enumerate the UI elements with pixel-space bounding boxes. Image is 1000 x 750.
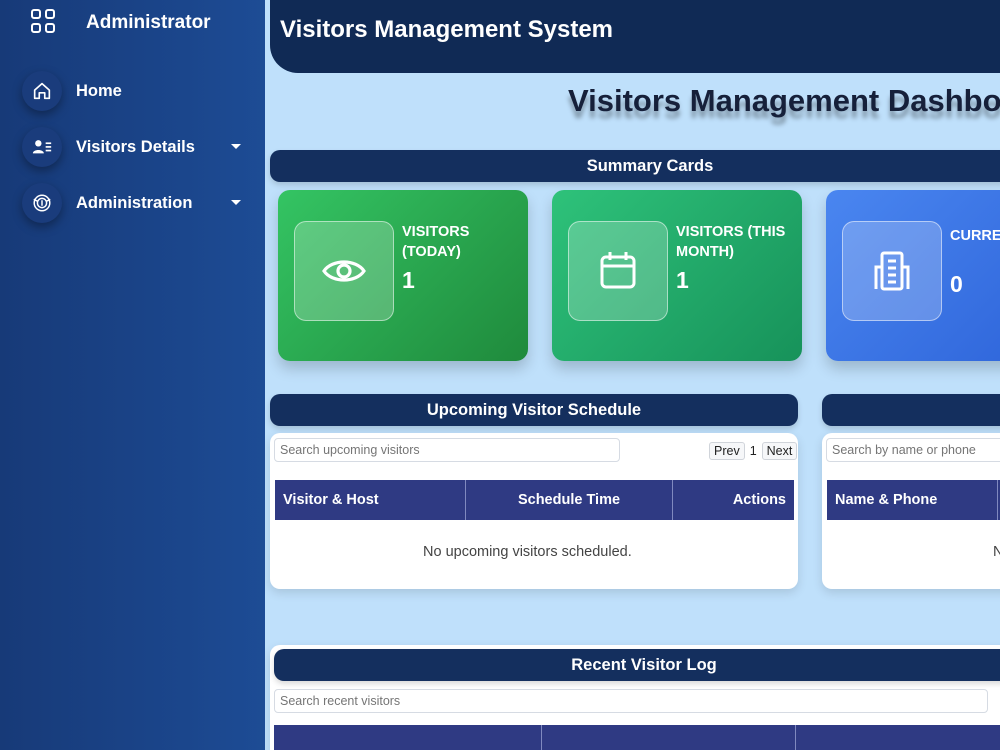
- card-label: Curre Inside: [950, 228, 1000, 244]
- calendar-icon: [568, 221, 668, 321]
- current-table-header: Name & Phone: [827, 480, 1000, 520]
- section-title: Upcoming Visitor Schedule: [426, 400, 642, 419]
- sidebar-item-label: Administration: [76, 193, 193, 212]
- admin-fingerprint-icon: [22, 183, 62, 223]
- upcoming-panel: Prev 1 Next Visitor & Host Schedule Time…: [270, 433, 798, 589]
- main-content: Visitors Management System Visitors Mana…: [265, 0, 1000, 750]
- top-header: Visitors Management System: [270, 0, 1000, 73]
- recent-search-input[interactable]: [274, 689, 988, 713]
- sidebar-item-administration[interactable]: Administration: [22, 183, 247, 223]
- next-page-button[interactable]: Next: [761, 442, 798, 460]
- column-header: Name & Phone: [827, 480, 998, 520]
- summary-section-header: Summary Cards: [270, 150, 1000, 182]
- upcoming-search-input[interactable]: [274, 438, 620, 462]
- system-title: Visitors Management System: [280, 16, 614, 43]
- upcoming-section-header: Upcoming Visitor Schedule: [270, 394, 798, 426]
- building-icon: [842, 221, 942, 321]
- upcoming-table-header: Visitor & Host Schedule Time Actions: [275, 480, 794, 520]
- column-header: Actions: [732, 492, 786, 508]
- sidebar-item-visitors-details[interactable]: Visitors Details: [22, 127, 247, 167]
- current-panel: Name & Phone N: [822, 433, 1000, 589]
- sidebar: Administrator Home Visitors Details Admi…: [0, 0, 265, 750]
- home-icon: [22, 71, 62, 111]
- sidebar-item-label: Home: [76, 81, 122, 100]
- card-label: Visitors (This Month): [676, 224, 786, 260]
- card-value: 1: [402, 267, 415, 293]
- column-header: Schedule Time: [466, 480, 673, 520]
- current-page-number: 1: [749, 444, 757, 458]
- visitor-card-icon: [22, 127, 62, 167]
- recent-section-header: Recent Visitor Log: [274, 649, 1000, 681]
- sidebar-item-label: Visitors Details: [76, 137, 195, 156]
- brand: Administrator: [30, 8, 211, 34]
- column-header: In: [542, 725, 796, 750]
- current-section-header: [822, 394, 1000, 426]
- summary-card-visitors-month[interactable]: Visitors (This Month) 1: [552, 190, 802, 361]
- recent-log-panel: Recent Visitor Log Name In Out: [270, 645, 1000, 750]
- chevron-down-icon[interactable]: [231, 200, 241, 205]
- column-header: Visitor & Host: [275, 480, 466, 520]
- summary-card-visitors-today[interactable]: Visitors (Today) 1: [278, 190, 528, 361]
- prev-page-button[interactable]: Prev: [709, 442, 745, 460]
- upcoming-pager: Prev 1 Next: [709, 442, 798, 460]
- sidebar-title: Administrator: [86, 12, 211, 33]
- chevron-down-icon[interactable]: [231, 144, 241, 149]
- dashboard-grid-icon[interactable]: [30, 8, 56, 34]
- column-header: Name: [274, 725, 542, 750]
- eye-icon: [294, 221, 394, 321]
- empty-state-text: N: [993, 544, 1000, 560]
- summary-card-currently-inside[interactable]: Curre Inside 0: [826, 190, 1000, 361]
- section-title: Recent Visitor Log: [571, 655, 717, 674]
- section-title: Summary Cards: [586, 156, 714, 175]
- column-header: Out: [796, 725, 1000, 750]
- page-title: Visitors Management Dashbo: [568, 83, 1000, 118]
- sidebar-item-home[interactable]: Home: [22, 71, 247, 111]
- card-value: 0: [950, 271, 963, 297]
- card-label: Visitors (Today): [402, 224, 470, 260]
- empty-state-text: No upcoming visitors scheduled.: [423, 544, 632, 560]
- current-search-input[interactable]: [826, 438, 1000, 462]
- card-value: 1: [676, 267, 689, 293]
- recent-table-header: Name In Out: [274, 725, 1000, 750]
